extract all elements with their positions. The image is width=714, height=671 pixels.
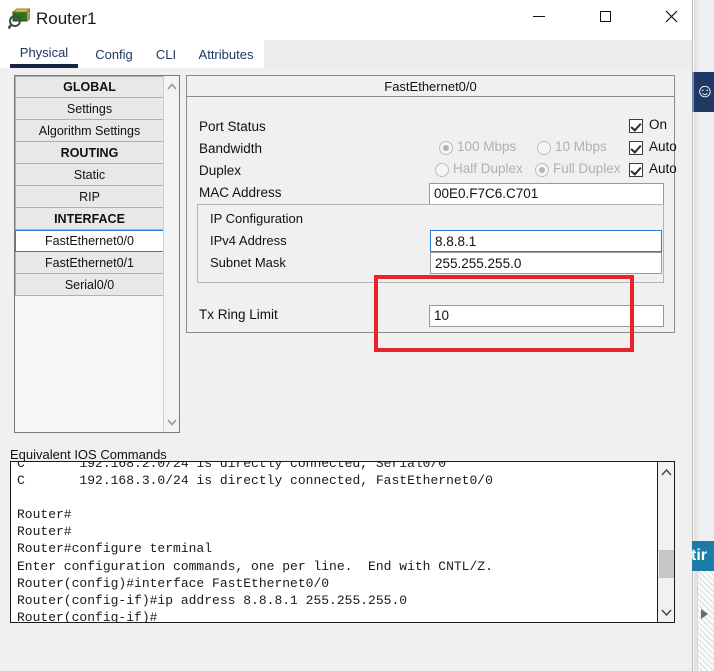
chevron-up-icon[interactable]	[164, 78, 179, 94]
tx-ring-limit-input[interactable]: 10	[429, 305, 664, 327]
duplex-radio-full-label: Full Duplex	[553, 161, 621, 176]
close-icon	[648, 0, 692, 32]
ipv4-address-label: IPv4 Address	[210, 233, 287, 248]
maximize-icon	[582, 0, 628, 32]
screenshot-root: ☺ tir Router1 Physical Config CLI Attrib…	[0, 0, 714, 671]
play-arrow-icon	[701, 609, 708, 619]
chevron-down-icon[interactable]	[164, 414, 179, 430]
duplex-radio-full[interactable]	[535, 163, 549, 177]
tabstrip: Physical Config CLI Attributes	[0, 40, 692, 68]
sidebar-item-static[interactable]: Static	[15, 164, 164, 186]
bandwidth-radio-10mbps[interactable]	[537, 141, 551, 155]
duplex-radio-half-label: Half Duplex	[453, 161, 523, 176]
bandwidth-label: Bandwidth	[199, 141, 263, 156]
packet-tracer-badge-icon[interactable]: ☺	[692, 72, 714, 112]
sidebar-item-routing[interactable]: ROUTING	[15, 142, 164, 164]
sidebar-item-rip[interactable]: RIP	[15, 186, 164, 208]
interface-config-panel: FastEthernet0/0 Port Status On Bandwidth…	[186, 75, 677, 333]
sidebar-item-settings[interactable]: Settings	[15, 98, 164, 120]
tab-attributes[interactable]: Attributes	[188, 40, 264, 68]
tabstrip-inactive-area	[264, 40, 692, 68]
tab-config[interactable]: Config	[84, 40, 144, 68]
router-config-window: Router1 Physical Config CLI Attributes G…	[0, 0, 692, 671]
duplex-label: Duplex	[199, 163, 242, 178]
interface-panel-title: FastEthernet0/0	[187, 76, 674, 97]
equivalent-ios-commands-console[interactable]: C 192.168.2.0/24 is directly connected, …	[10, 461, 675, 623]
bandwidth-radio-10mbps-label: 10 Mbps	[555, 139, 607, 154]
bandwidth-radio-100mbps-label: 100 Mbps	[457, 139, 517, 154]
chevron-down-icon[interactable]	[658, 604, 674, 621]
window-titlebar[interactable]: Router1	[0, 0, 692, 40]
equivalent-ios-commands-label: Equivalent IOS Commands	[10, 447, 167, 462]
sidebar-item-fastethernet0-1[interactable]: FastEthernet0/1	[15, 252, 164, 274]
window-title: Router1	[36, 9, 97, 28]
port-status-label: Port Status	[199, 119, 266, 134]
tab-cli[interactable]: CLI	[148, 40, 184, 68]
config-navigation-list: GLOBAL Settings Algorithm Settings ROUTI…	[15, 76, 164, 432]
tx-ring-limit-label: Tx Ring Limit	[199, 307, 278, 322]
ios-console-scrollbar[interactable]	[657, 462, 674, 622]
port-status-checkbox-label: On	[649, 117, 668, 132]
desktop-scrollbar[interactable]	[697, 571, 713, 671]
window-footer: Top CSDN @七倾城	[0, 663, 692, 671]
ip-configuration-label: IP Configuration	[210, 211, 303, 226]
sidebar-item-fastethernet0-0[interactable]: FastEthernet0/0	[15, 230, 164, 252]
minimize-button[interactable]	[516, 0, 562, 32]
ip-configuration-group: IP Configuration IPv4 Address 8.8.8.1 Su…	[197, 204, 664, 283]
ios-console-text: C 192.168.2.0/24 is directly connected, …	[17, 461, 493, 623]
duplex-auto-checkbox[interactable]	[629, 163, 643, 177]
ios-console-scrollbar-thumb[interactable]	[659, 550, 674, 578]
mac-address-input[interactable]: 00E0.F7C6.C701	[429, 183, 664, 205]
port-status-checkbox[interactable]	[629, 119, 643, 133]
person-add-icon: ☺	[695, 81, 714, 102]
bandwidth-auto-checkbox[interactable]	[629, 141, 643, 155]
duplex-radio-half[interactable]	[435, 163, 449, 177]
chevron-up-icon[interactable]	[658, 463, 674, 480]
bandwidth-auto-label: Auto	[649, 139, 677, 154]
sidebar-item-algorithm-settings[interactable]: Algorithm Settings	[15, 120, 164, 142]
desktop-scrollbar-track[interactable]	[698, 571, 713, 671]
subnet-mask-input[interactable]: 255.255.255.0	[430, 252, 662, 274]
maximize-button[interactable]	[582, 0, 628, 32]
tab-physical[interactable]: Physical	[10, 40, 78, 68]
router-device-icon	[7, 7, 32, 30]
sidebar-scrollbar[interactable]	[163, 76, 179, 432]
close-button[interactable]	[648, 0, 692, 32]
sidebar-empty-area	[15, 296, 164, 432]
config-navigation-panel: GLOBAL Settings Algorithm Settings ROUTI…	[14, 75, 180, 433]
duplex-auto-label: Auto	[649, 161, 677, 176]
sidebar-item-global[interactable]: GLOBAL	[15, 76, 164, 98]
ipv4-address-input[interactable]: 8.8.8.1	[430, 230, 662, 252]
subnet-mask-label: Subnet Mask	[210, 255, 286, 270]
bandwidth-radio-100mbps[interactable]	[439, 141, 453, 155]
sidebar-item-interface[interactable]: INTERFACE	[15, 208, 164, 230]
mac-address-label: MAC Address	[199, 185, 282, 200]
window-client-area: GLOBAL Settings Algorithm Settings ROUTI…	[0, 68, 692, 671]
minimize-icon	[516, 0, 562, 32]
sidebar-item-serial0-0[interactable]: Serial0/0	[15, 274, 164, 296]
